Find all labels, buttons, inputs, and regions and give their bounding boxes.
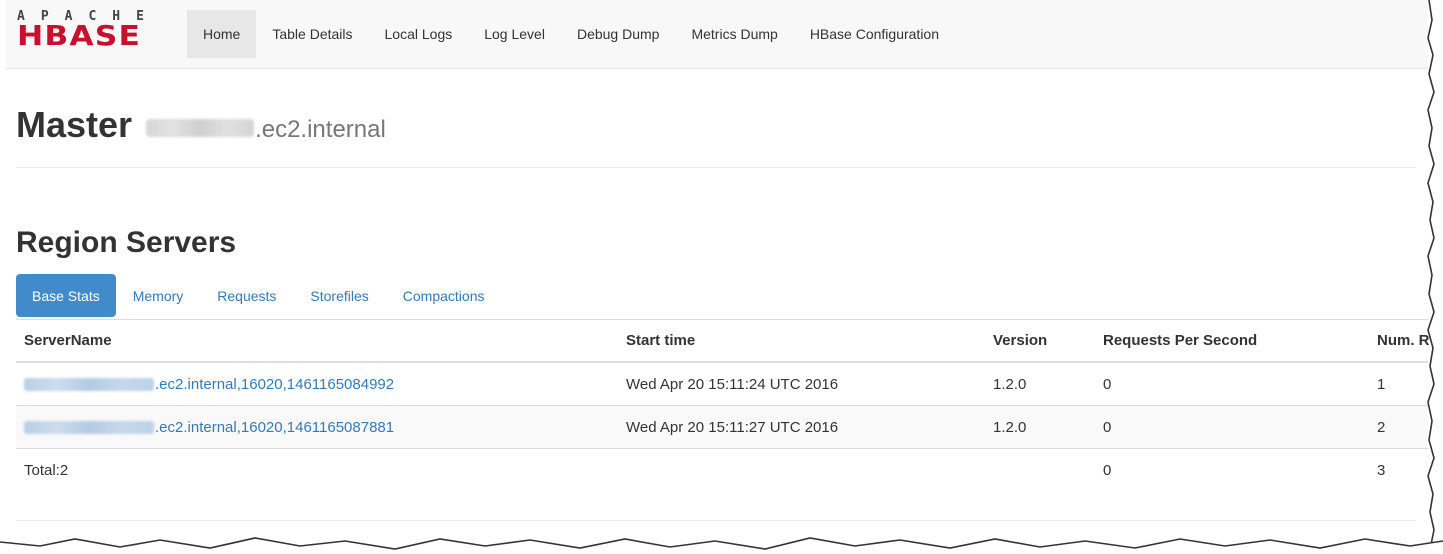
hbase-master-page: APACHE HBASE Home Table Details Local Lo… — [0, 0, 1443, 554]
page-title: Master .ec2.internal — [16, 104, 386, 146]
logo-hbase-text: HBASE — [17, 19, 142, 52]
num-regions-cell: 1 — [1377, 375, 1386, 393]
table-row: .ec2.internal,16020,1461165087881 Wed Ap… — [16, 405, 1428, 448]
tab-compactions[interactable]: Compactions — [386, 274, 502, 317]
version-cell: 1.2.0 — [993, 418, 1027, 436]
requests-per-second-cell: 0 — [1103, 418, 1112, 436]
tab-requests[interactable]: Requests — [200, 274, 293, 317]
master-hostname: .ec2.internal — [146, 116, 386, 144]
table-row: .ec2.internal,16020,1461165084992 Wed Ap… — [16, 362, 1428, 405]
server-name-cell: .ec2.internal,16020,1461165087881 — [24, 406, 394, 448]
tab-memory[interactable]: Memory — [116, 274, 201, 317]
nav-item-metrics-dump[interactable]: Metrics Dump — [675, 10, 793, 58]
nav-item-local-logs[interactable]: Local Logs — [369, 10, 469, 58]
redacted-server-host — [24, 420, 154, 434]
master-heading: Master — [16, 104, 133, 145]
region-servers-table: ServerName Start time Version Requests P… — [16, 319, 1430, 491]
column-header-requests-per-second: Requests Per Second — [1103, 332, 1258, 349]
server-link[interactable]: .ec2.internal,16020,1461165087881 — [24, 419, 394, 436]
top-navbar: APACHE HBASE Home Table Details Local Lo… — [6, 0, 1428, 69]
nav-item-debug-dump[interactable]: Debug Dump — [561, 10, 676, 58]
version-cell: 1.2.0 — [993, 375, 1027, 393]
section-divider — [16, 520, 1416, 521]
nav-item-home[interactable]: Home — [187, 10, 257, 58]
start-time-cell: Wed Apr 20 15:11:24 UTC 2016 — [626, 375, 839, 393]
region-servers-tabs: Base Stats Memory Requests Storefiles Co… — [16, 274, 501, 317]
server-name-suffix: .ec2.internal,16020,1461165087881 — [155, 418, 395, 436]
nav-item-table-details[interactable]: Table Details — [256, 10, 368, 58]
column-header-start-time: Start time — [626, 332, 696, 349]
redacted-server-host — [24, 377, 154, 391]
server-name-suffix: .ec2.internal,16020,1461165084992 — [155, 375, 395, 393]
torn-edge-right — [1427, 0, 1443, 554]
total-label-cell: Total:2 — [24, 461, 69, 479]
section-divider — [16, 167, 1416, 168]
server-link[interactable]: .ec2.internal,16020,1461165084992 — [24, 376, 394, 393]
redacted-hostname — [146, 119, 255, 137]
nav-item-hbase-configuration[interactable]: HBase Configuration — [794, 10, 955, 58]
apache-hbase-logo[interactable]: APACHE HBASE — [17, 10, 177, 52]
table-header-row: ServerName Start time Version Requests P… — [16, 319, 1430, 362]
region-servers-heading: Region Servers — [16, 226, 237, 259]
nav-menu: Home Table Details Local Logs Log Level … — [187, 10, 955, 58]
total-num-regions-cell: 3 — [1377, 461, 1386, 479]
master-host-suffix: .ec2.internal — [255, 116, 386, 143]
start-time-cell: Wed Apr 20 15:11:27 UTC 2016 — [626, 418, 839, 436]
tab-base-stats[interactable]: Base Stats — [16, 274, 116, 317]
server-name-cell: .ec2.internal,16020,1461165084992 — [24, 363, 394, 405]
tab-storefiles[interactable]: Storefiles — [293, 274, 385, 317]
nav-item-log-level[interactable]: Log Level — [468, 10, 561, 58]
table-total-row: Total:2 0 3 — [16, 448, 1428, 491]
column-header-version: Version — [993, 332, 1048, 349]
column-header-servername: ServerName — [24, 332, 112, 349]
requests-per-second-cell: 0 — [1103, 375, 1112, 393]
num-regions-cell: 2 — [1377, 418, 1386, 436]
torn-edge-bottom — [0, 537, 1443, 554]
total-requests-per-second-cell: 0 — [1103, 461, 1112, 479]
